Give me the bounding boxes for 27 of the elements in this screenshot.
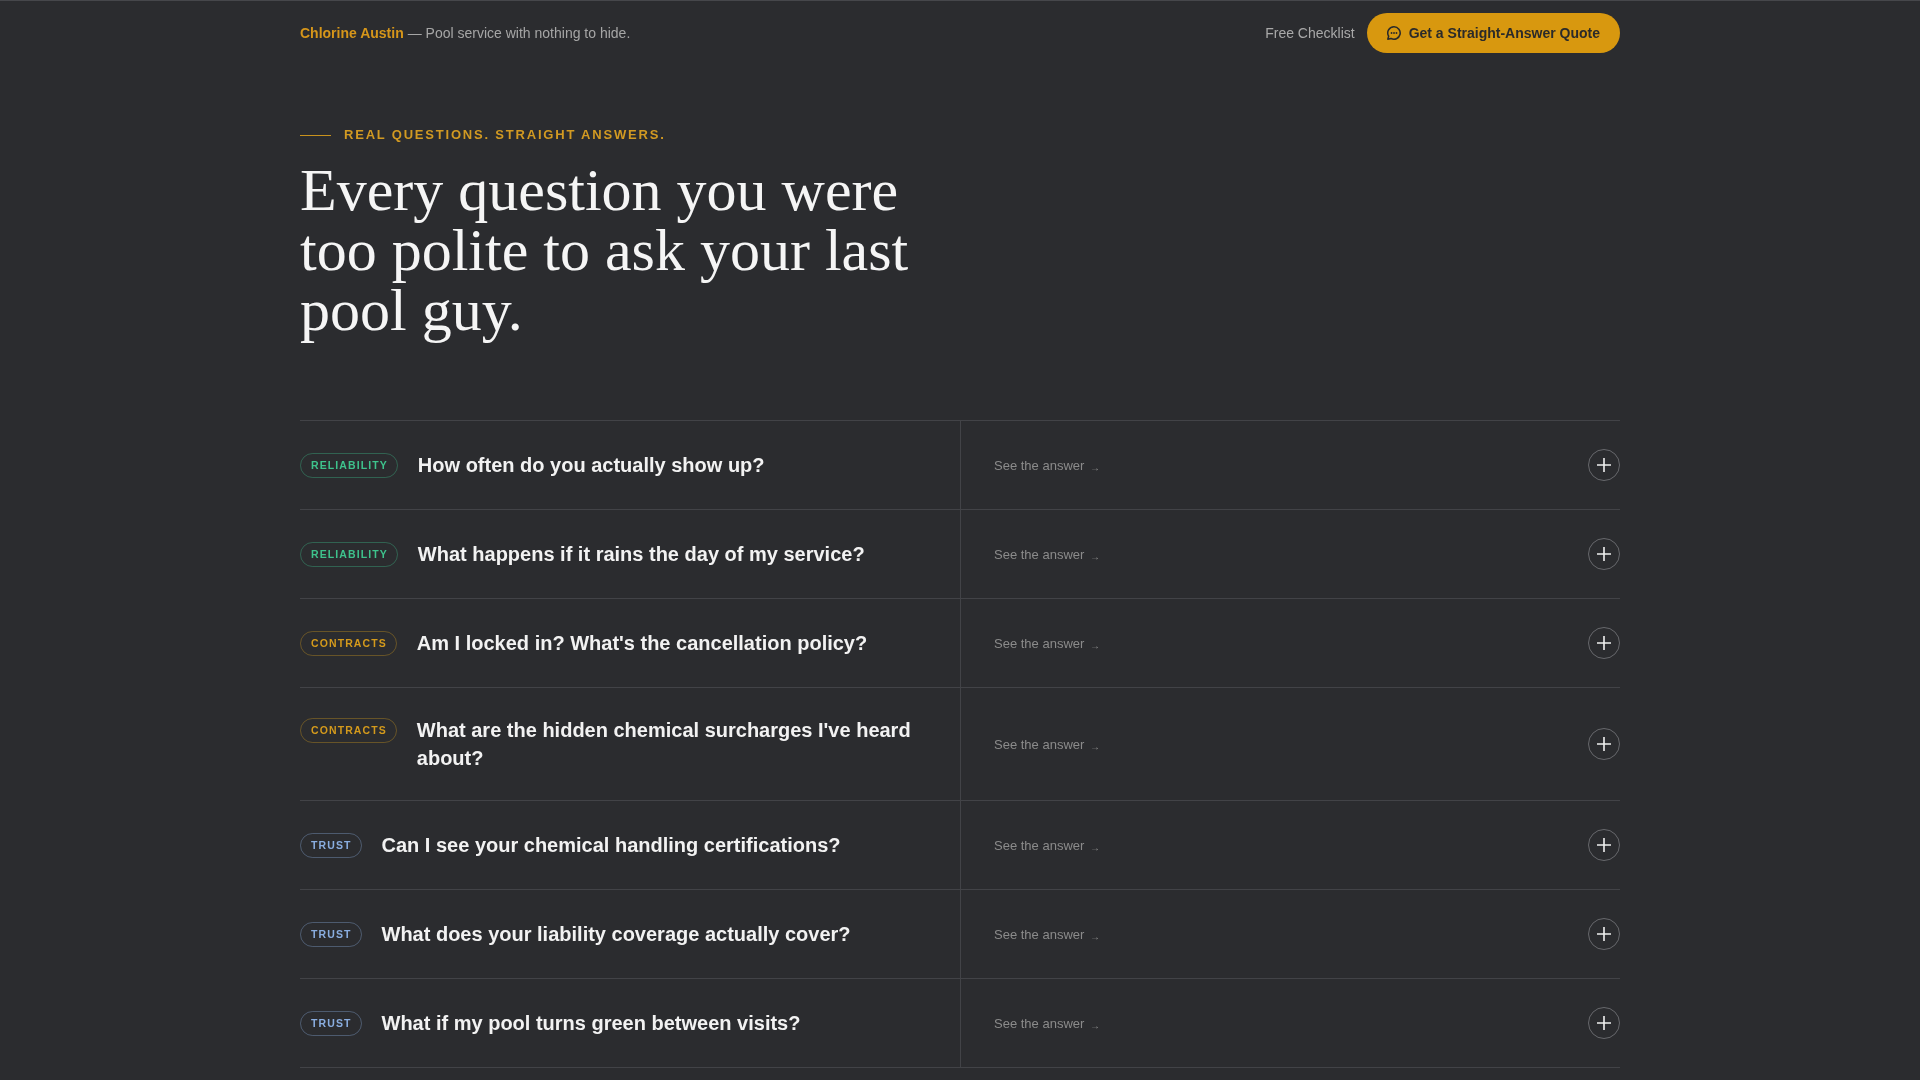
plus-icon: [1597, 927, 1611, 941]
question-text: What happens if it rains the day of my service?: [417, 542, 865, 567]
chat-bubble-icon: [1386, 26, 1401, 40]
brand-name[interactable]: Chlorine Austin: [300, 25, 404, 41]
see-answer-link[interactable]: See the answer →: [994, 736, 1100, 752]
plus-icon: [1597, 547, 1611, 561]
plus-icon: [1597, 838, 1611, 852]
see-answer-link[interactable]: See the answer →: [994, 457, 1100, 473]
eyebrow-text: REAL QUESTIONS. STRAIGHT ANSWERS.: [344, 127, 666, 143]
tagline: — Pool service with nothing to hide.: [407, 25, 631, 41]
see-answer-link[interactable]: See the answer →: [994, 926, 1100, 942]
question-text: What are the hidden chemical surcharges I've heard about?: [416, 718, 912, 771]
plus-icon: [1597, 458, 1611, 472]
plus-icon: [1597, 737, 1611, 751]
see-answer-link[interactable]: See the answer →: [994, 837, 1100, 853]
question-text: What if my pool turns green between visits?: [381, 1011, 801, 1036]
see-answer-link[interactable]: See the answer →: [994, 546, 1100, 562]
plus-icon: [1597, 1016, 1611, 1030]
see-answer-link[interactable]: See the answer →: [994, 1015, 1100, 1031]
quote-button[interactable]: Get a Straight-Answer Quote: [1366, 13, 1620, 53]
see-answer-link[interactable]: See the answer →: [994, 635, 1100, 651]
question-text: Am I locked in? What's the cancellation policy?: [416, 631, 868, 656]
question-text: How often do you actually show up?: [417, 453, 765, 478]
question-text: Can I see your chemical handling certifications?: [381, 833, 841, 858]
checklist-link[interactable]: Free Checklist: [1265, 25, 1355, 41]
question-text: What does your liability coverage actually cover?: [381, 922, 851, 947]
plus-icon: [1597, 636, 1611, 650]
